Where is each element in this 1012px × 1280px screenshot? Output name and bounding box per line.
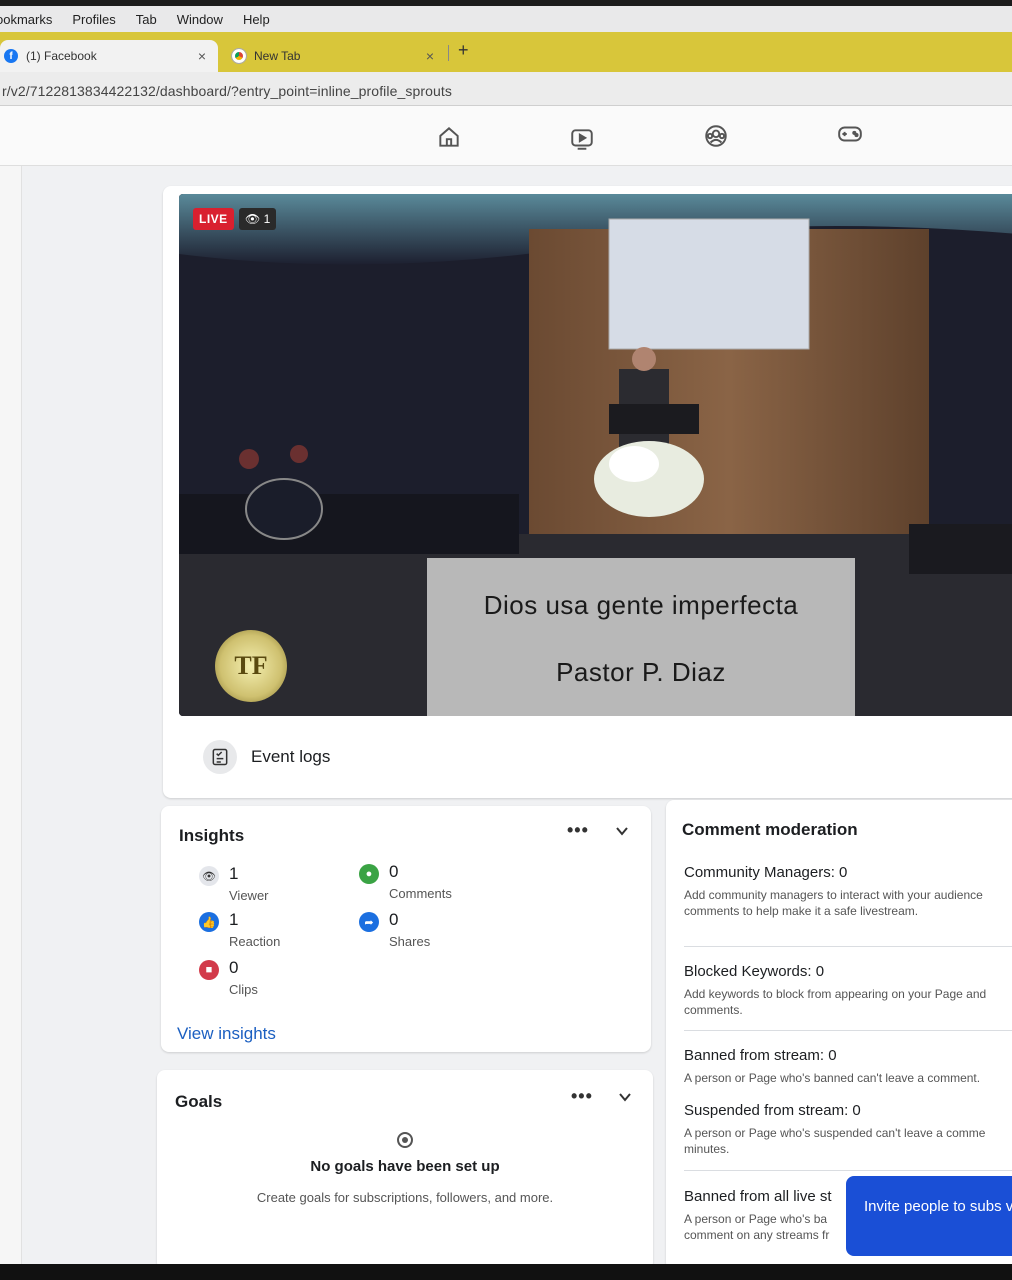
eye-icon: 👁	[199, 866, 219, 886]
close-tab-icon[interactable]: ×	[426, 48, 434, 64]
menu-tab[interactable]: Tab	[136, 12, 157, 27]
lower-third-title: Dios usa gente imperfecta	[483, 590, 799, 620]
shares-stat: ➦ 0 Shares	[359, 910, 430, 949]
live-video-card: LIVE 👁 1 TF Dios usa gente imperfecta Pa…	[163, 186, 1012, 798]
viewer-count: 1	[263, 212, 271, 226]
tab-new-tab[interactable]: New Tab ×	[222, 40, 446, 72]
tab-separator	[448, 45, 449, 61]
menu-profiles[interactable]: Profiles	[72, 12, 115, 27]
groups-icon[interactable]	[703, 123, 729, 149]
insights-title: Insights	[179, 826, 245, 845]
banned-from-stream-desc: A person or Page who's banned can't leav…	[684, 1071, 981, 1085]
clips-stat: ■ 0 Clips	[199, 958, 258, 997]
suspended-from-stream-item[interactable]: Suspended from stream: 0 A person or Pag…	[684, 1102, 1012, 1157]
new-tab-button[interactable]: +	[458, 40, 469, 61]
menu-bar: ookmarks Profiles Tab Window Help	[0, 0, 1012, 32]
goals-card: Goals ••• No goals have been set up Crea…	[157, 1070, 653, 1270]
reaction-stat: 👍 1 Reaction	[199, 910, 280, 949]
viewer-label: Viewer	[229, 888, 269, 903]
menu-help[interactable]: Help	[243, 12, 270, 27]
insights-more-options-icon[interactable]: •••	[567, 820, 589, 841]
moderation-title: Comment moderation	[682, 820, 858, 839]
reaction-label: Reaction	[229, 934, 281, 949]
view-insights-link[interactable]: View insights	[177, 1024, 276, 1044]
divider	[684, 946, 1012, 947]
banned-from-all-streams-desc: A person or Page who's ba comment on any…	[684, 1212, 830, 1242]
gaming-icon[interactable]	[837, 121, 863, 147]
tab-title: New Tab	[254, 49, 301, 63]
banned-from-stream-heading: Banned from stream: 0	[684, 1047, 837, 1064]
clip-icon: ■	[199, 960, 219, 980]
menu-window[interactable]: Window	[177, 12, 223, 27]
goals-chevron-down-icon[interactable]	[618, 1090, 632, 1104]
comment-icon: ●	[359, 864, 379, 884]
lower-third-subtitle: Pastor P. Diaz	[556, 657, 726, 687]
tooltip-text: Invite people to subs videos	[864, 1198, 1012, 1215]
facebook-nav	[0, 106, 1012, 166]
divider	[684, 1170, 1012, 1171]
goals-title: Goals	[175, 1092, 223, 1111]
banned-from-stream-item[interactable]: Banned from stream: 0 A person or Page w…	[684, 1047, 1012, 1086]
divider	[684, 1030, 1012, 1031]
home-icon[interactable]	[436, 124, 462, 150]
menu-bookmarks[interactable]: ookmarks	[0, 12, 52, 27]
tab-strip: f (1) Facebook × New Tab ×	[0, 32, 1012, 72]
comments-stat: ● 0 Comments	[359, 862, 452, 901]
event-logs-button[interactable]: Event logs	[203, 740, 330, 774]
viewer-count-badge: 👁 1	[239, 208, 277, 230]
chrome-icon	[231, 48, 247, 64]
clips-label: Clips	[229, 982, 258, 997]
community-managers-item[interactable]: Community Managers: 0 Add community mana…	[684, 864, 1012, 919]
invite-subscribers-tooltip[interactable]: Invite people to subs videos	[846, 1176, 1012, 1256]
video-icon[interactable]	[569, 126, 595, 152]
insights-chevron-down-icon[interactable]	[615, 824, 629, 838]
suspended-from-stream-desc: A person or Page who's suspended can't l…	[684, 1126, 986, 1156]
live-badge: LIVE	[193, 208, 234, 230]
blocked-keywords-desc: Add keywords to block from appearing on …	[684, 987, 987, 1017]
goals-empty-title: No goals have been set up	[310, 1158, 500, 1175]
comments-value: 0	[389, 862, 399, 881]
goals-more-options-icon[interactable]: •••	[571, 1086, 593, 1107]
church-logo: TF	[215, 630, 287, 702]
target-icon	[397, 1132, 413, 1148]
event-logs-label: Event logs	[251, 747, 331, 766]
eye-icon: 👁	[245, 212, 261, 226]
thumbs-up-icon: 👍	[199, 912, 219, 932]
shares-label: Shares	[389, 934, 431, 949]
tab-facebook[interactable]: f (1) Facebook ×	[0, 40, 218, 72]
close-tab-icon[interactable]: ×	[198, 48, 206, 64]
lower-third-banner: Dios usa gente imperfecta Pastor P. Diaz	[427, 558, 855, 716]
community-managers-heading: Community Managers: 0	[684, 864, 848, 881]
event-log-icon	[203, 740, 237, 774]
facebook-icon: f	[4, 49, 18, 63]
reaction-value: 1	[229, 910, 239, 929]
viewer-value: 1	[229, 864, 239, 883]
clips-value: 0	[229, 958, 239, 977]
address-bar[interactable]: r/v2/7122813834422132/dashboard/?entry_p…	[0, 72, 1012, 106]
suspended-from-stream-heading: Suspended from stream: 0	[684, 1102, 861, 1119]
screen-bezel	[0, 1264, 1012, 1280]
share-icon: ➦	[359, 912, 379, 932]
live-video-player[interactable]: LIVE 👁 1 TF Dios usa gente imperfecta Pa…	[179, 194, 1012, 716]
blocked-keywords-item[interactable]: Blocked Keywords: 0 Add keywords to bloc…	[684, 963, 1012, 1018]
comments-label: Comments	[389, 886, 452, 901]
left-sidebar-edge	[0, 166, 22, 1264]
goals-empty-subtitle: Create goals for subscriptions, follower…	[256, 1190, 554, 1205]
shares-value: 0	[389, 910, 399, 929]
viewer-stat: 👁 1 Viewer	[199, 864, 269, 903]
tab-title: (1) Facebook	[26, 49, 97, 63]
community-managers-desc: Add community managers to interact with …	[684, 888, 983, 918]
insights-card: Insights ••• 👁 1 Viewer ● 0 Comments 👍 1 Re…	[161, 806, 651, 1052]
blocked-keywords-heading: Blocked Keywords: 0	[684, 963, 825, 980]
